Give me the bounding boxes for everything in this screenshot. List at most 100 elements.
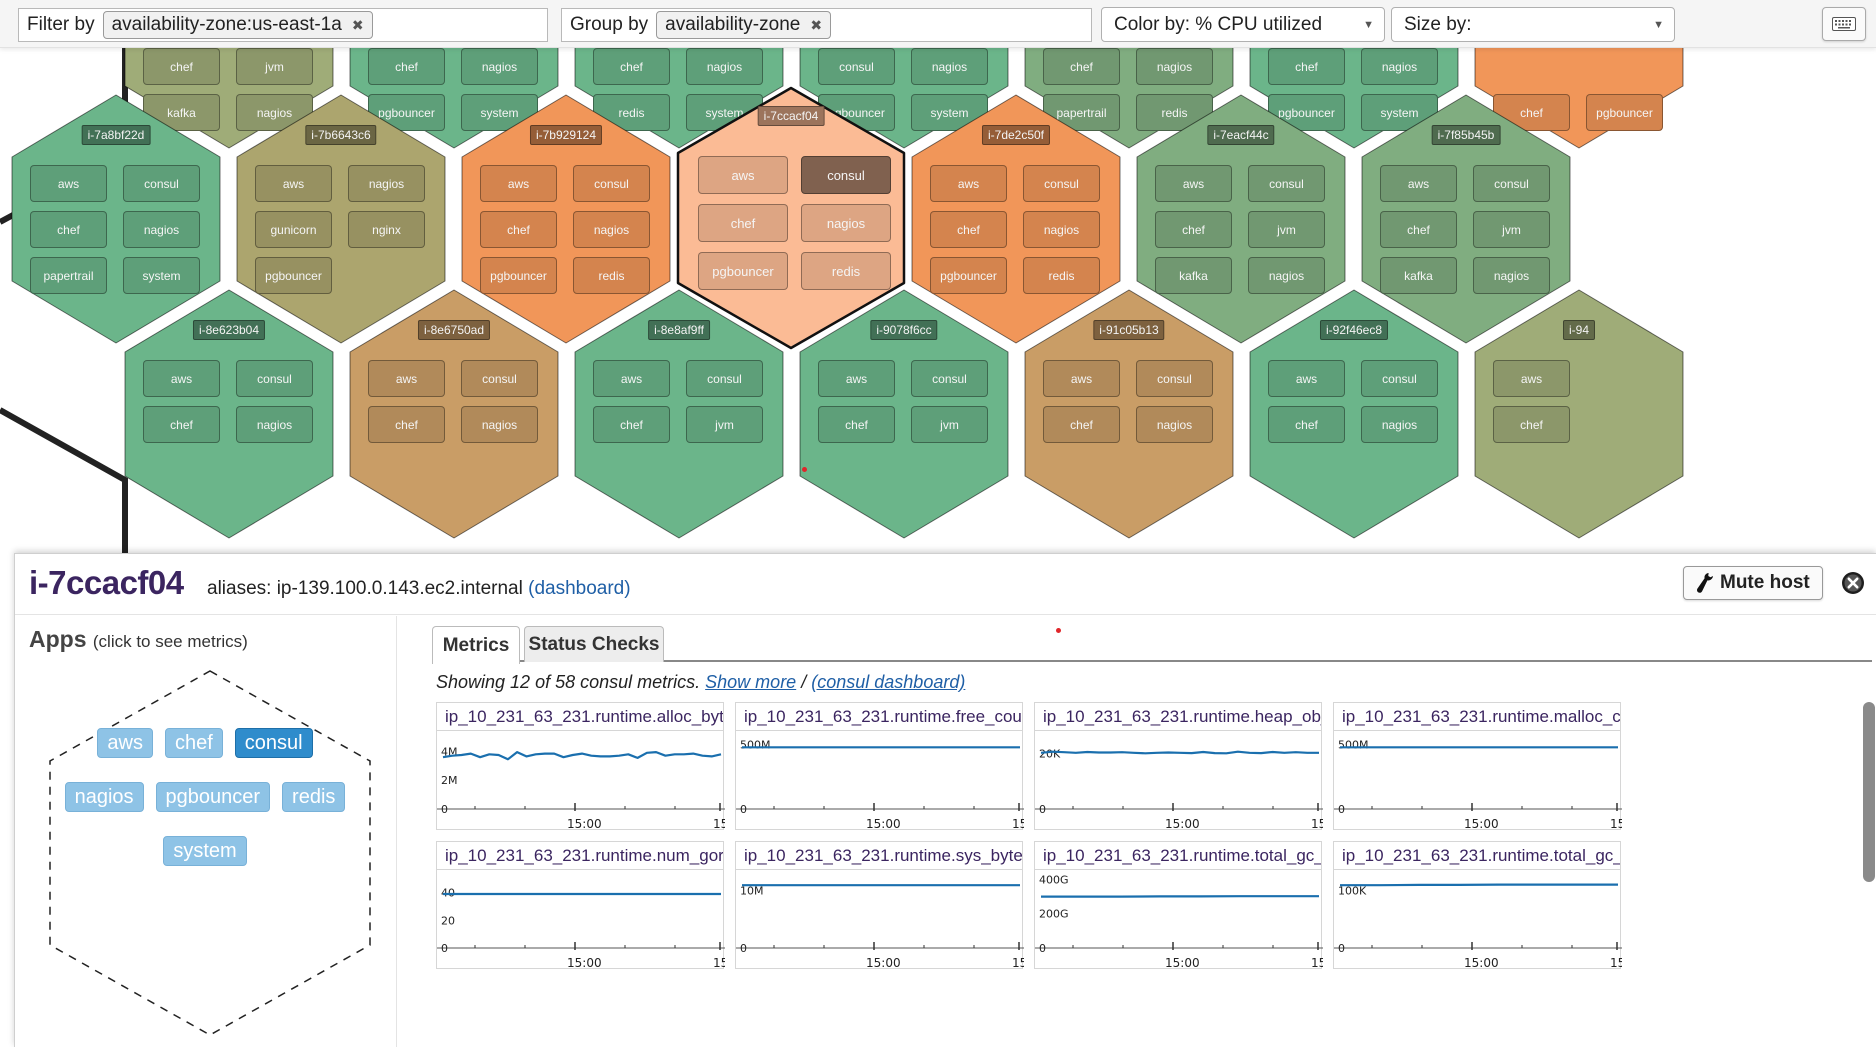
show-more-link[interactable]: Show more <box>705 672 796 692</box>
app-box-chef[interactable]: chef <box>368 48 445 85</box>
app-box-chef[interactable]: chef <box>818 406 895 443</box>
metric-card[interactable]: ip_10_231_63_231.runtime.heap_obj... 15:0… <box>1034 702 1323 831</box>
metric-card[interactable]: ip_10_231_63_231.runtime.free_count 15:00… <box>735 702 1024 831</box>
app-box-chef[interactable]: chef <box>1155 211 1232 248</box>
keyboard-shortcuts-button[interactable] <box>1822 7 1866 41</box>
app-box-nagios[interactable]: nagios <box>1136 406 1213 443</box>
metric-card[interactable]: ip_10_231_63_231.runtime.total_gc_r... 15… <box>1333 841 1622 970</box>
app-box-aws[interactable]: aws <box>930 165 1007 202</box>
app-box-aws[interactable]: aws <box>1380 165 1457 202</box>
app-box-nagios[interactable]: nagios <box>801 204 891 242</box>
scrollbar-thumb[interactable] <box>1863 702 1875 882</box>
app-box-chef[interactable]: chef <box>480 211 557 248</box>
mute-host-button[interactable]: Mute host <box>1683 566 1823 600</box>
app-box-nagios[interactable]: nagios <box>1473 257 1550 294</box>
app-tag-pgbouncer[interactable]: pgbouncer <box>155 782 271 812</box>
app-box-consul[interactable]: consul <box>1248 165 1325 202</box>
app-box-aws[interactable]: aws <box>480 165 557 202</box>
app-box-chef[interactable]: chef <box>1043 48 1120 85</box>
app-box-jvm[interactable]: jvm <box>686 406 763 443</box>
app-box-consul[interactable]: consul <box>1361 360 1438 397</box>
app-box-chef[interactable]: chef <box>143 48 220 85</box>
app-box-aws[interactable]: aws <box>143 360 220 397</box>
metric-card[interactable]: ip_10_231_63_231.runtime.num_gor... 15:00… <box>436 841 725 970</box>
app-box-consul[interactable]: consul <box>1473 165 1550 202</box>
app-box-aws[interactable]: aws <box>255 165 332 202</box>
app-box-aws[interactable]: aws <box>1155 165 1232 202</box>
app-box-consul[interactable]: consul <box>461 360 538 397</box>
app-box-aws[interactable]: aws <box>593 360 670 397</box>
app-box-chef[interactable]: chef <box>1493 406 1570 443</box>
app-box-aws[interactable]: aws <box>1043 360 1120 397</box>
close-icon[interactable] <box>1841 571 1865 595</box>
host-hex[interactable]: i-8e623b04 aws consul chef nagios <box>124 289 334 539</box>
metric-card[interactable]: ip_10_231_63_231.runtime.malloc_co... 15:… <box>1333 702 1622 831</box>
app-box-aws[interactable]: aws <box>1493 360 1570 397</box>
app-box-nagios[interactable]: nagios <box>911 48 988 85</box>
app-tag-consul[interactable]: consul <box>234 728 313 758</box>
filter-field[interactable]: Filter by availability-zone:us-east-1a ✖ <box>18 8 548 42</box>
app-box-consul[interactable]: consul <box>911 360 988 397</box>
app-tag-nagios[interactable]: nagios <box>64 782 144 812</box>
app-tag-aws[interactable]: aws <box>97 728 153 758</box>
app-box-chef[interactable]: chef <box>30 211 107 248</box>
app-box-kafka[interactable]: kafka <box>1380 257 1457 294</box>
app-box-pgbouncer[interactable]: pgbouncer <box>698 252 788 290</box>
group-field[interactable]: Group by availability-zone ✖ <box>561 8 1092 42</box>
app-box-consul[interactable]: consul <box>818 48 895 85</box>
tab-status-checks[interactable]: Status Checks <box>524 626 664 662</box>
size-by-select[interactable]: Size by: ▼ <box>1391 7 1675 42</box>
app-box-nagios[interactable]: nagios <box>236 406 313 443</box>
app-box-aws[interactable]: aws <box>1268 360 1345 397</box>
host-hex[interactable]: i-9078f6cc aws consul chef jvm <box>799 289 1009 539</box>
app-box-nagios[interactable]: nagios <box>348 165 425 202</box>
metric-card[interactable]: ip_10_231_63_231.runtime.total_gc_p... 15… <box>1034 841 1323 970</box>
app-box-nagios[interactable]: nagios <box>573 211 650 248</box>
host-hex[interactable]: i-92f46ec8 aws consul chef nagios <box>1249 289 1459 539</box>
app-box-nagios[interactable]: nagios <box>461 406 538 443</box>
app-box-redis[interactable]: redis <box>801 252 891 290</box>
app-box-chef[interactable]: chef <box>1268 48 1345 85</box>
app-box-pgbouncer[interactable]: pgbouncer <box>930 257 1007 294</box>
app-box-consul[interactable]: consul <box>123 165 200 202</box>
app-box-aws[interactable]: aws <box>368 360 445 397</box>
host-hex[interactable]: i-94 aws chef <box>1474 289 1684 539</box>
app-box-papertrail[interactable]: papertrail <box>30 257 107 294</box>
app-box-redis[interactable]: redis <box>573 257 650 294</box>
app-box-consul[interactable]: consul <box>1136 360 1213 397</box>
app-box-jvm[interactable]: jvm <box>1248 211 1325 248</box>
app-box-aws[interactable]: aws <box>698 156 788 194</box>
app-box-nagios[interactable]: nagios <box>1023 211 1100 248</box>
app-box-chef[interactable]: chef <box>1380 211 1457 248</box>
app-box-consul[interactable]: consul <box>1023 165 1100 202</box>
app-box-jvm[interactable]: jvm <box>1473 211 1550 248</box>
remove-filter-icon[interactable]: ✖ <box>352 17 364 34</box>
app-tag-redis[interactable]: redis <box>282 782 346 812</box>
app-box-nagios[interactable]: nagios <box>686 48 763 85</box>
app-box-gunicorn[interactable]: gunicorn <box>255 211 332 248</box>
app-box-redis[interactable]: redis <box>1023 257 1100 294</box>
app-box-nagios[interactable]: nagios <box>461 48 538 85</box>
metric-card[interactable]: ip_10_231_63_231.runtime.sys_bytes 15:00 1… <box>735 841 1024 970</box>
app-box-aws[interactable]: aws <box>30 165 107 202</box>
metrics-scrollbar[interactable] <box>1863 702 1875 1047</box>
app-box-chef[interactable]: chef <box>143 406 220 443</box>
dashboard-link[interactable]: (dashboard) <box>528 578 630 599</box>
app-box-system[interactable]: system <box>123 257 200 294</box>
tab-metrics[interactable]: Metrics <box>432 626 520 664</box>
app-box-nagios[interactable]: nagios <box>123 211 200 248</box>
color-by-select[interactable]: Color by: % CPU utilized ▼ <box>1101 7 1385 42</box>
app-box-chef[interactable]: chef <box>593 48 670 85</box>
app-box-consul[interactable]: consul <box>801 156 891 194</box>
app-box-chef[interactable]: chef <box>1043 406 1120 443</box>
app-box-pgbouncer[interactable]: pgbouncer <box>255 257 332 294</box>
host-hex[interactable]: i-8e8af9ff aws consul chef jvm <box>574 289 784 539</box>
app-box-chef[interactable]: chef <box>698 204 788 242</box>
app-box-pgbouncer[interactable]: pgbouncer <box>480 257 557 294</box>
metric-card[interactable]: ip_10_231_63_231.runtime.alloc_bytes 15:0… <box>436 702 725 831</box>
app-tag-chef[interactable]: chef <box>164 728 223 758</box>
app-box-aws[interactable]: aws <box>818 360 895 397</box>
consul-dashboard-link[interactable]: (consul dashboard) <box>811 672 965 692</box>
app-tag-system[interactable]: system <box>163 836 247 866</box>
app-box-nginx[interactable]: nginx <box>348 211 425 248</box>
